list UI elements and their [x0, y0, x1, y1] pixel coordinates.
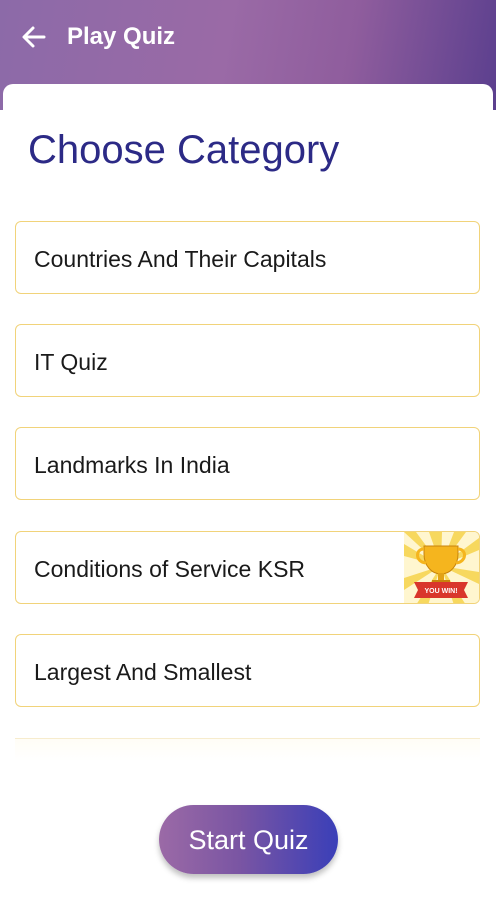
category-item-largest-and-smallest[interactable]: Largest And Smallest [15, 634, 480, 707]
category-label: Countries And Their Capitals [34, 246, 327, 272]
category-label: Landmarks In India [34, 452, 230, 478]
start-quiz-label: Start Quiz [188, 824, 309, 855]
category-item-landmarks-in-india[interactable]: Landmarks In India [15, 427, 480, 500]
category-item-conditions-of-service-ksr[interactable]: Conditions of Service KSR YOU WIN! [15, 531, 480, 604]
category-item-countries-and-their-capitals[interactable]: Countries And Their Capitals [15, 221, 480, 294]
app-bar-title: Play Quiz [67, 23, 176, 50]
trophy-you-win-icon: YOU WIN! [404, 532, 479, 603]
badge-text: YOU WIN! [424, 588, 457, 595]
category-item-it-quiz[interactable]: IT Quiz [15, 324, 480, 397]
category-label: Largest And Smallest [34, 659, 252, 685]
list-item-partially-visible [15, 738, 480, 761]
page-heading: Choose Category [28, 128, 340, 172]
category-label: IT Quiz [34, 349, 108, 375]
category-label: Conditions of Service KSR [34, 556, 306, 582]
arrow-left-icon[interactable] [20, 23, 48, 51]
start-quiz-button[interactable]: Start Quiz [159, 805, 338, 874]
